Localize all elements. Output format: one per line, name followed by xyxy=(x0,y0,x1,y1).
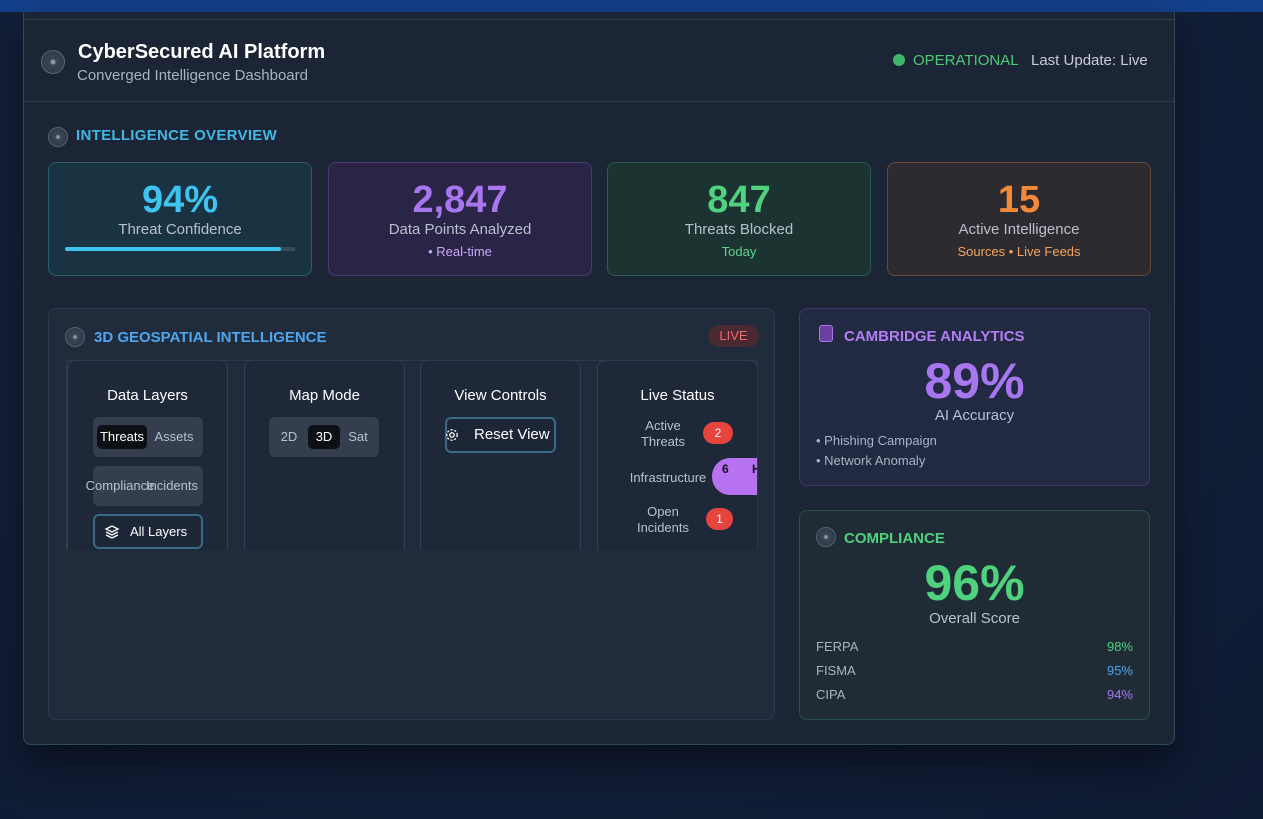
geo-section-icon xyxy=(65,327,85,347)
layer-threats-toggle[interactable]: Threats xyxy=(97,425,147,449)
compliance-row-fisma: FISMA 95% xyxy=(816,663,1133,681)
ai-accuracy-label: AI Accuracy xyxy=(934,407,1015,424)
live-status-title: Live Status xyxy=(640,387,715,404)
layer-incidents-toggle[interactable]: Incidents xyxy=(139,474,205,498)
robot-icon xyxy=(819,325,833,342)
status-badge: OPERATIONAL xyxy=(913,52,1019,69)
overview-section-icon xyxy=(48,127,68,147)
layers-icon xyxy=(104,525,120,539)
live-status-panel: Live Status Active Threats 2 Infrastruct… xyxy=(597,361,757,550)
dashboard-frame: CyberSecured AI Platform Converged Intel… xyxy=(23,12,1175,745)
compliance-name: FISMA xyxy=(816,663,856,678)
stat-label: Threats Blocked xyxy=(684,221,794,238)
list-item: • Network Anomaly xyxy=(816,453,926,468)
map-controls: Data Layers Threats Assets Compliance In… xyxy=(66,360,758,550)
header: CyberSecured AI Platform Converged Intel… xyxy=(24,20,1174,102)
stat-label: Active Intelligence xyxy=(958,221,1080,238)
compliance-value: 98% xyxy=(1106,639,1133,654)
all-layers-button[interactable]: All Layers xyxy=(93,514,203,549)
data-layers-title: Data Layers xyxy=(107,387,188,404)
map-mode-2d[interactable]: 2D xyxy=(273,425,305,449)
stat-label: Data Points Analyzed xyxy=(388,221,532,238)
cambridge-title: CAMBRIDGE ANALYTICS xyxy=(844,328,1025,345)
browser-top-strip xyxy=(0,0,1263,12)
open-incidents-label: Open Incidents xyxy=(636,504,690,535)
view-controls-title: View Controls xyxy=(454,387,547,404)
map-mode-sat[interactable]: Sat xyxy=(342,425,374,449)
map-mode-3d[interactable]: 3D xyxy=(308,425,340,449)
stat-card-threats-blocked: 847 Threats Blocked Today xyxy=(607,162,871,276)
overview-title: INTELLIGENCE OVERVIEW xyxy=(76,127,278,144)
stat-sub: • Real-time xyxy=(428,244,492,259)
compliance-value: 94% xyxy=(1106,687,1133,702)
stat-value: 2,847 xyxy=(412,179,508,221)
active-threats-badge: 2 xyxy=(703,422,733,444)
stat-sub: Sources • Live Feeds xyxy=(957,244,1081,259)
stat-value: 15 xyxy=(997,179,1041,221)
confidence-progress-bar xyxy=(65,247,295,251)
compliance-section-icon xyxy=(816,527,836,547)
list-item: • Phishing Campaign xyxy=(816,433,937,448)
stat-card-active-intelligence: 15 Active Intelligence Sources • Live Fe… xyxy=(887,162,1151,276)
compliance-score-value: 96% xyxy=(924,555,1025,611)
reset-view-label: Reset View xyxy=(474,426,550,443)
map-mode-group: 2D 3D Sat xyxy=(269,417,379,457)
live-badge: LIVE xyxy=(708,325,759,347)
all-layers-label: All Layers xyxy=(130,524,188,539)
compliance-row-cipa: CIPA 94% xyxy=(816,687,1133,705)
infrastructure-badge: 6 Healt xyxy=(712,458,757,495)
open-incidents-badge: 1 xyxy=(706,508,733,530)
compliance-title: COMPLIANCE xyxy=(844,530,945,547)
stat-value: 94% xyxy=(141,179,219,221)
data-layers-panel: Data Layers Threats Assets Compliance In… xyxy=(67,361,228,550)
progress-fill xyxy=(65,247,282,251)
layers-group-2: Compliance Incidents xyxy=(86,466,205,506)
layer-assets-toggle[interactable]: Assets xyxy=(149,425,199,449)
stat-value: 847 xyxy=(707,179,771,221)
stat-sub: Today xyxy=(721,244,757,259)
geo-title: 3D GEOSPATIAL INTELLIGENCE xyxy=(94,329,327,346)
view-controls-panel: View Controls Reset View xyxy=(420,361,581,550)
geospatial-panel: 3D GEOSPATIAL INTELLIGENCE LIVE Data Lay… xyxy=(48,308,775,720)
layers-group-1: Threats Assets xyxy=(93,417,203,457)
stat-card-threat-confidence: 94% Threat Confidence xyxy=(48,162,312,276)
ai-accuracy-value: 89% xyxy=(924,353,1025,409)
page-subtitle: Converged Intelligence Dashboard xyxy=(77,67,308,84)
compliance-name: FERPA xyxy=(816,639,859,654)
active-threats-label: Active Threats xyxy=(640,418,686,449)
compliance-value: 95% xyxy=(1106,663,1133,678)
gear-icon xyxy=(446,429,458,441)
reset-view-button[interactable]: Reset View xyxy=(445,417,556,453)
status-dot-icon xyxy=(893,54,905,66)
last-update: Last Update: Live xyxy=(1031,52,1148,69)
stat-label: Threat Confidence xyxy=(118,221,242,238)
compliance-name: CIPA xyxy=(816,687,846,702)
map-mode-title: Map Mode xyxy=(289,387,360,404)
map-mode-panel: Map Mode 2D 3D Sat xyxy=(244,361,405,550)
compliance-panel: COMPLIANCE 96% Overall Score FERPA 98% F… xyxy=(799,510,1150,720)
platform-logo-icon xyxy=(41,50,65,74)
cambridge-analytics-panel: CAMBRIDGE ANALYTICS 89% AI Accuracy • Ph… xyxy=(799,308,1150,486)
stat-card-data-points: 2,847 Data Points Analyzed • Real-time xyxy=(328,162,592,276)
infrastructure-label: Infrastructure xyxy=(629,470,707,485)
page-title: CyberSecured AI Platform xyxy=(78,41,326,63)
compliance-row-ferpa: FERPA 98% xyxy=(816,639,1133,657)
compliance-score-label: Overall Score xyxy=(929,610,1020,627)
